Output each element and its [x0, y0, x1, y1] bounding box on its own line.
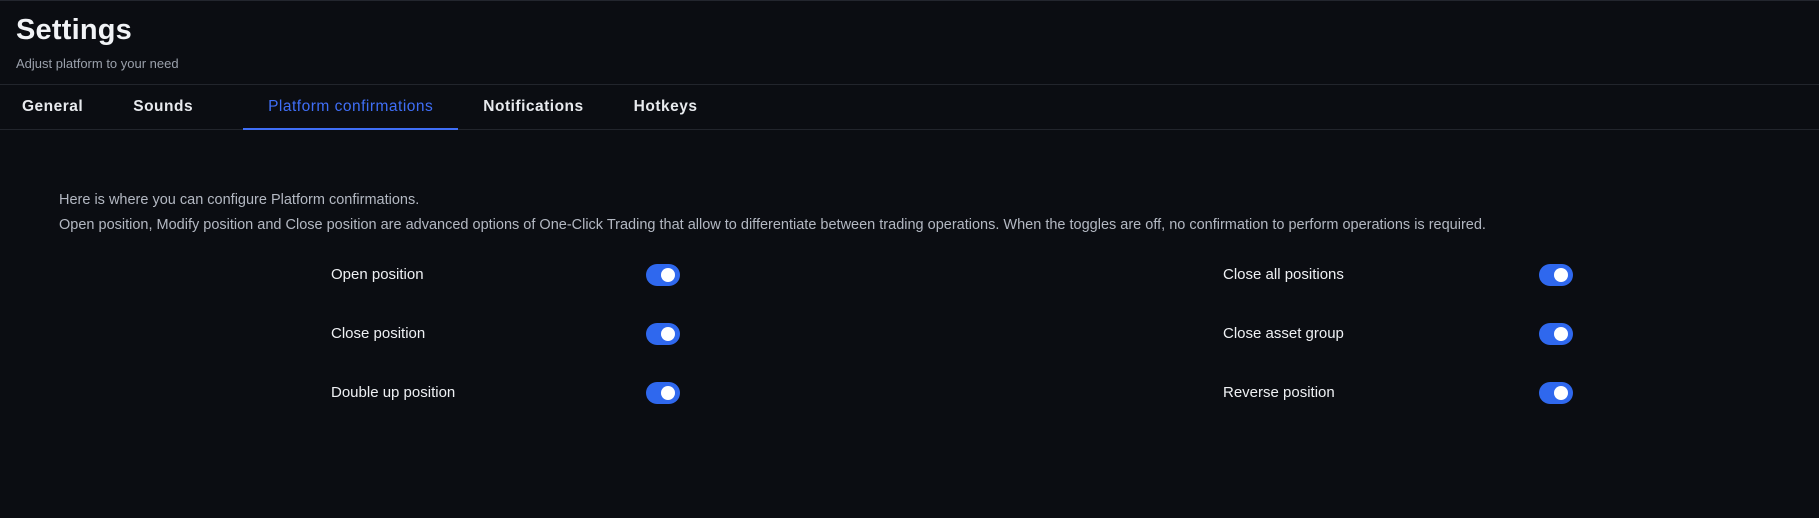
tab-platform-confirmations[interactable]: Platform confirmations	[243, 85, 459, 130]
double-up-position-toggle[interactable]	[646, 382, 680, 404]
page-header: Settings Adjust platform to your need	[16, 12, 179, 72]
double-up-position-label: Double up position	[331, 384, 456, 401]
close-all-positions-label: Close all positions	[1223, 266, 1344, 283]
toggle-knob	[1554, 327, 1568, 341]
toggle-knob	[1554, 268, 1568, 282]
description: Here is where you can configure Platform…	[59, 188, 1486, 237]
tab-general[interactable]: General	[0, 85, 133, 129]
settings-tabs: General Sounds Platform confirmations No…	[0, 84, 1819, 130]
toggle-knob	[1554, 386, 1568, 400]
close-position-toggle[interactable]	[646, 323, 680, 345]
open-position-label: Open position	[331, 266, 424, 283]
close-asset-group-label: Close asset group	[1223, 325, 1344, 342]
description-line-2: Open position, Modify position and Close…	[59, 216, 1486, 233]
close-all-positions-toggle[interactable]	[1539, 264, 1573, 286]
description-line-1: Here is where you can configure Platform…	[59, 192, 420, 208]
toggle-knob	[661, 386, 675, 400]
close-asset-group-toggle[interactable]	[1539, 323, 1573, 345]
tab-hotkeys[interactable]: Hotkeys	[634, 85, 723, 129]
page-title: Settings	[16, 14, 132, 46]
toggle-knob	[661, 268, 675, 282]
close-position-label: Close position	[331, 325, 426, 342]
confirmation-options: Open position Close position Double up p…	[0, 0, 1819, 518]
reverse-position-label: Reverse position	[1223, 384, 1335, 401]
toggle-knob	[661, 327, 675, 341]
tab-sounds[interactable]: Sounds	[133, 85, 243, 129]
open-position-toggle[interactable]	[646, 264, 680, 286]
reverse-position-toggle[interactable]	[1539, 382, 1573, 404]
page-subtitle: Adjust platform to your need	[16, 56, 179, 71]
tab-notifications[interactable]: Notifications	[458, 85, 633, 129]
top-border	[0, 0, 1819, 1]
